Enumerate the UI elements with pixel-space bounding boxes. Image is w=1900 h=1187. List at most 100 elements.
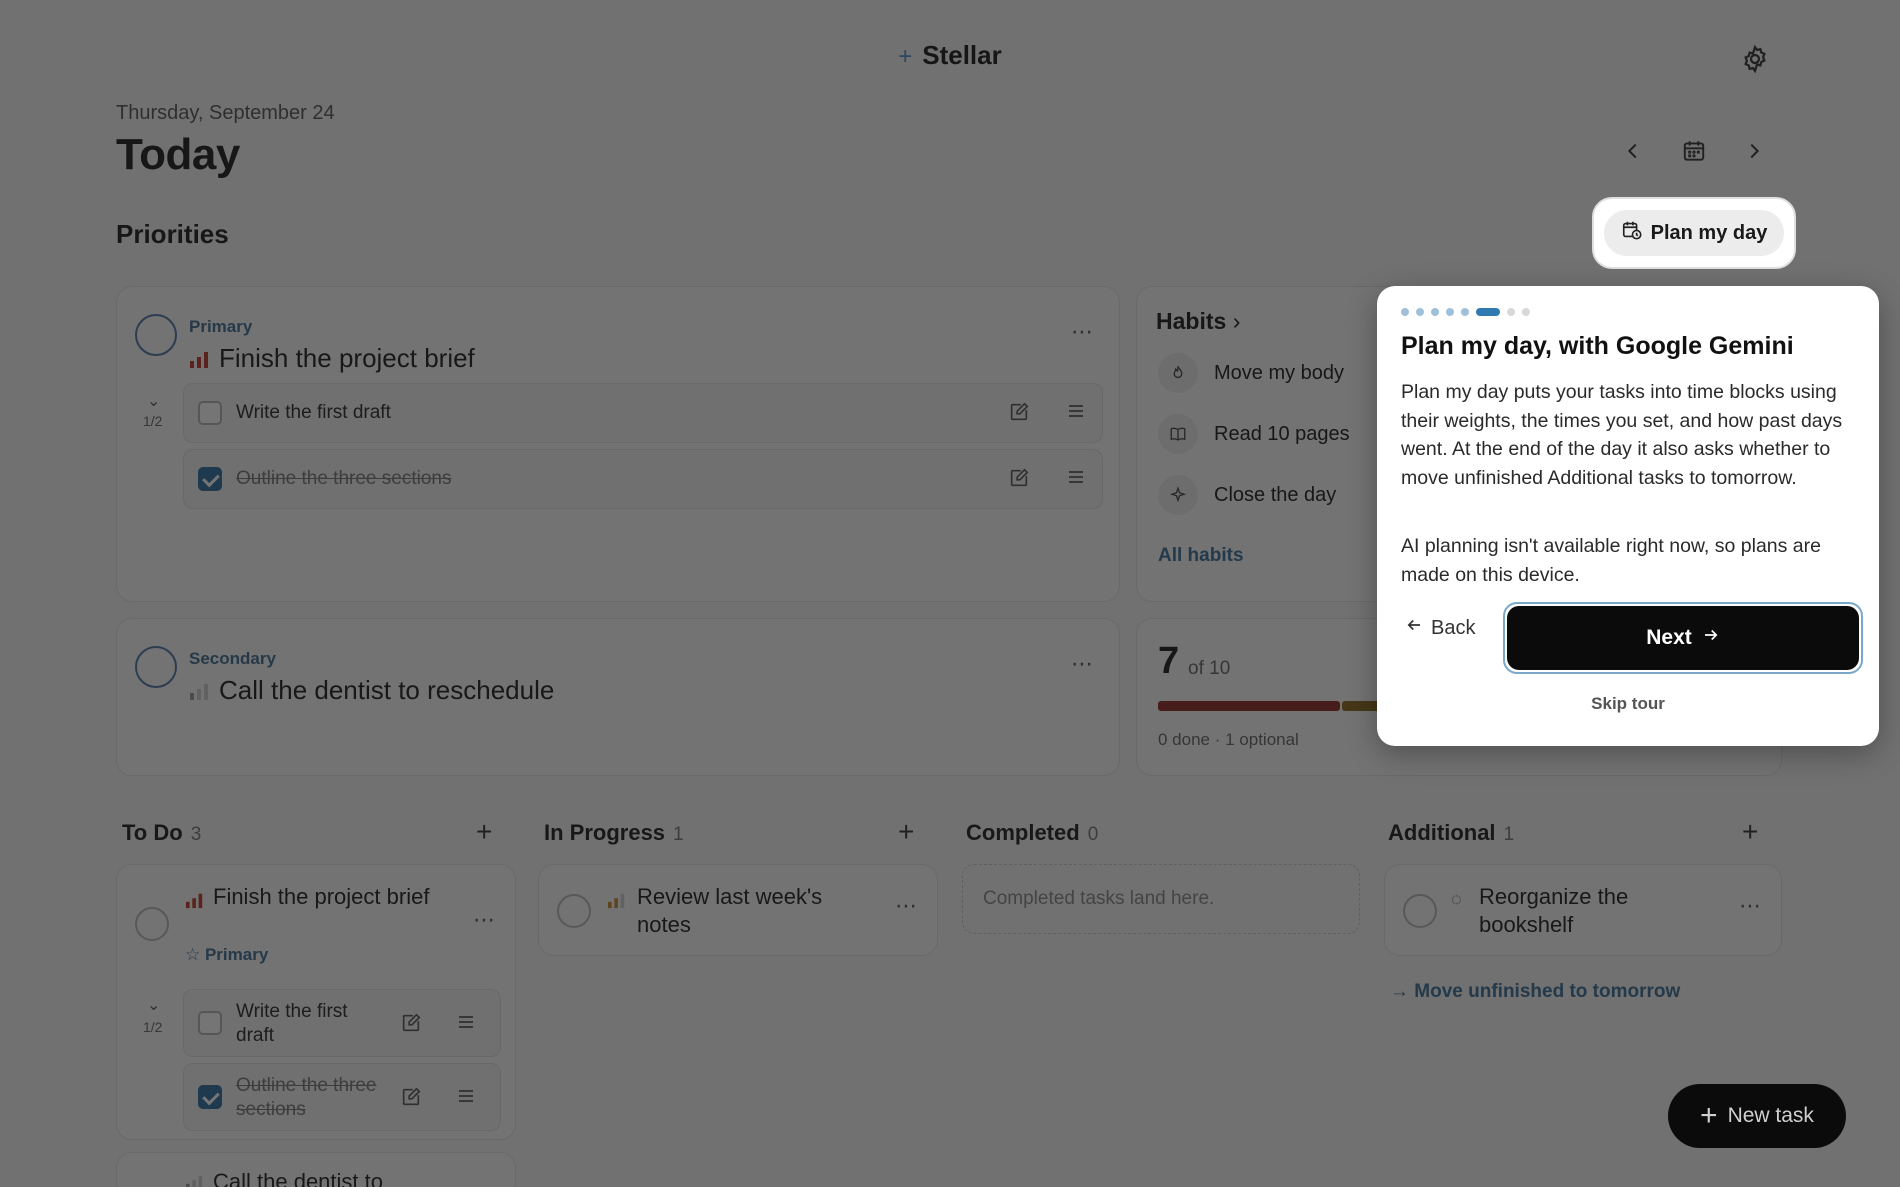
move-unfinished-link[interactable]: → Move unfinished to tomorrow	[1390, 981, 1680, 1003]
task-card[interactable]: Finish the project brief ☆ Primary ⋯ ⌄ 1…	[116, 864, 516, 1140]
calendar-icon[interactable]	[1677, 134, 1711, 168]
collapse-chevron-icon[interactable]: ⌄	[147, 995, 160, 1015]
primary-label: Primary	[189, 317, 253, 336]
habits-title-text: Habits	[1156, 308, 1227, 334]
edit-note-icon[interactable]	[1008, 401, 1032, 425]
completed-empty-state: Completed tasks land here.	[962, 864, 1360, 934]
plus-icon: +	[1700, 1099, 1718, 1132]
habit-item[interactable]: Move my body	[1158, 352, 1344, 394]
habit-label: Close the day	[1214, 483, 1337, 506]
task-title: Reorganize the bookshelf	[1479, 884, 1629, 937]
drag-handle-icon[interactable]	[1066, 401, 1090, 425]
column-inprogress-header: In Progress 1	[544, 820, 684, 846]
tour-next-button[interactable]: Next	[1507, 606, 1859, 670]
task-card[interactable]: Call the dentist to	[116, 1152, 516, 1187]
task-card[interactable]: Review last week's notes ⋯	[538, 864, 938, 956]
more-options-icon[interactable]: ⋯	[1071, 651, 1094, 677]
step-dot	[1446, 308, 1454, 316]
drag-handle-icon[interactable]	[1066, 467, 1090, 491]
edit-note-icon[interactable]	[1008, 467, 1032, 491]
secondary-complete-toggle[interactable]	[135, 646, 177, 688]
drag-handle-icon[interactable]	[456, 1086, 480, 1110]
page-title: Today	[116, 130, 240, 179]
score-meta: 0 done · 1 optional	[1158, 730, 1299, 749]
calendar-clock-icon	[1621, 219, 1643, 247]
app-brand: + Stellar	[0, 40, 1900, 71]
secondary-label: Secondary	[189, 649, 276, 668]
subtask-progress: 1/2	[143, 1019, 163, 1035]
add-additional-button[interactable]: +	[1742, 818, 1758, 846]
subtask-row[interactable]: Outline the three sections	[183, 1063, 501, 1131]
step-dot	[1522, 308, 1530, 316]
tour-body: Plan my day puts your tasks into time bl…	[1401, 381, 1843, 489]
secondary-task-title[interactable]: Call the dentist to reschedule	[219, 675, 554, 706]
sparkle-icon	[1158, 475, 1198, 515]
arrow-right-icon	[1702, 626, 1720, 650]
more-options-icon[interactable]: ⋯	[895, 893, 918, 919]
priority-bars-icon	[189, 349, 211, 374]
arrow-left-icon	[1405, 616, 1423, 640]
subtask-row[interactable]: Write the first draft	[183, 383, 1103, 443]
next-day-button[interactable]	[1737, 134, 1771, 168]
subtask-checkbox-checked[interactable]	[198, 1085, 222, 1109]
primary-complete-toggle[interactable]	[135, 314, 177, 356]
column-count: 1	[673, 824, 684, 845]
add-inprogress-button[interactable]: +	[898, 818, 914, 846]
primary-task-title[interactable]: Finish the project brief	[219, 343, 475, 374]
task-complete-toggle[interactable]	[557, 894, 591, 928]
task-complete-toggle[interactable]	[135, 907, 169, 941]
add-todo-button[interactable]: +	[476, 818, 492, 846]
tour-title: Plan my day, with Google Gemini	[1401, 332, 1794, 360]
new-task-button[interactable]: + New task	[1668, 1084, 1846, 1148]
book-icon	[1158, 414, 1198, 454]
new-task-label: New task	[1727, 1104, 1814, 1127]
edit-note-icon[interactable]	[400, 1012, 424, 1036]
settings-gear-icon[interactable]	[1740, 44, 1770, 74]
score-value: 7	[1158, 640, 1180, 682]
column-title: To Do	[122, 820, 183, 845]
habits-heading[interactable]: Habits ›	[1156, 308, 1240, 335]
subtask-checkbox[interactable]	[198, 401, 222, 425]
column-count: 1	[1503, 824, 1515, 845]
optional-dashed-icon: ◌	[1451, 889, 1462, 909]
subtask-checkbox[interactable]	[198, 1011, 222, 1035]
tour-back-label: Back	[1431, 616, 1476, 639]
habit-item[interactable]: Read 10 pages	[1158, 413, 1350, 455]
plan-my-day-button[interactable]: Plan my day	[1604, 210, 1784, 256]
subtask-text: Write the first draft	[236, 1001, 348, 1046]
habit-item[interactable]: Close the day	[1158, 474, 1336, 516]
column-count: 3	[190, 824, 202, 845]
step-dot-active	[1476, 308, 1500, 316]
more-options-icon[interactable]: ⋯	[1071, 319, 1094, 345]
skip-tour-button[interactable]: Skip tour	[1377, 694, 1879, 714]
primary-tag-text: Primary	[204, 945, 269, 964]
more-options-icon[interactable]: ⋯	[473, 907, 496, 933]
step-dot	[1461, 308, 1469, 316]
subtask-checkbox-checked[interactable]	[198, 467, 222, 491]
score-of: of 10	[1188, 658, 1231, 679]
prev-day-button[interactable]	[1616, 134, 1650, 168]
task-title: Review last week's notes	[637, 884, 823, 937]
tour-popup: Plan my day, with Google Gemini Plan my …	[1377, 286, 1879, 746]
column-count: 0	[1087, 824, 1099, 845]
chevron-right-icon: ›	[1232, 308, 1241, 334]
task-title: Call the dentist to	[213, 1169, 383, 1187]
secondary-priority-card: Secondary Call the dentist to reschedule…	[116, 618, 1120, 776]
all-habits-link[interactable]: All habits	[1158, 545, 1244, 567]
subtask-row[interactable]: Write the first draft	[183, 989, 501, 1057]
task-complete-toggle[interactable]	[1403, 894, 1437, 928]
score-bar-segment-1	[1158, 701, 1340, 711]
tour-next-label: Next	[1646, 626, 1692, 649]
tour-back-button[interactable]: Back	[1405, 616, 1475, 640]
flame-icon	[1158, 353, 1198, 393]
task-card[interactable]: ◌ Reorganize the bookshelf ⋯	[1384, 864, 1782, 956]
more-options-icon[interactable]: ⋯	[1739, 893, 1762, 919]
plan-my-day-label: Plan my day	[1650, 221, 1768, 244]
drag-handle-icon[interactable]	[456, 1012, 480, 1036]
subtask-row[interactable]: Outline the three sections	[183, 449, 1103, 509]
edit-note-icon[interactable]	[400, 1086, 424, 1110]
collapse-chevron-icon[interactable]: ⌄	[147, 391, 160, 411]
arrow-right-icon: →	[1390, 981, 1409, 1002]
subtask-text: Outline the three sections	[236, 1075, 377, 1120]
tour-step-indicator	[1401, 308, 1530, 316]
